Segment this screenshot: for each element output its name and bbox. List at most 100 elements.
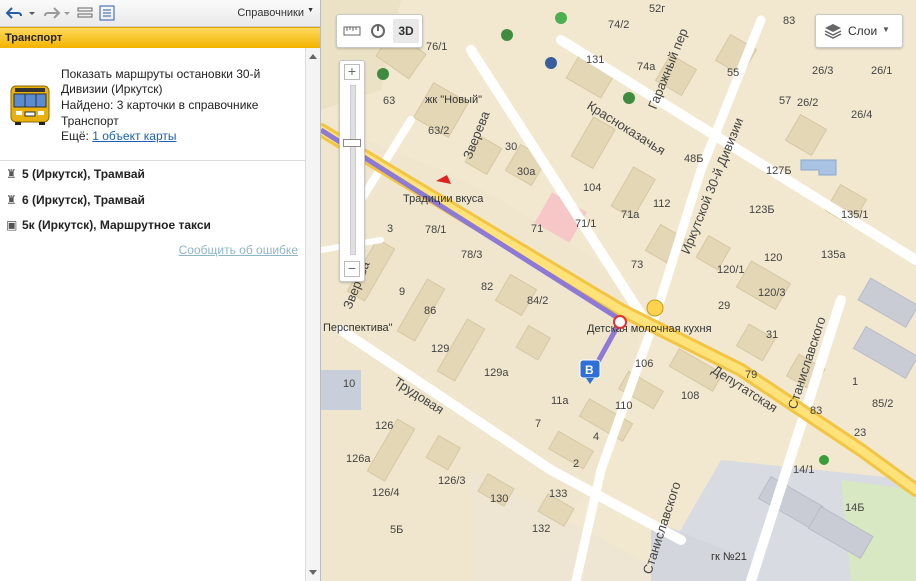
poi-label: жк "Новый": [425, 94, 482, 106]
svg-text:129а: 129а: [484, 367, 509, 379]
svg-text:120/3: 120/3: [758, 287, 786, 299]
map-canvas[interactable]: Красноказачья Зверева Зверева Иркутской …: [321, 0, 916, 581]
svg-text:126/3: 126/3: [438, 475, 466, 487]
svg-text:86: 86: [424, 305, 436, 317]
svg-text:48Б: 48Б: [684, 153, 703, 165]
svg-text:106: 106: [635, 358, 653, 370]
map-view[interactable]: Красноказачья Зверева Зверева Иркутской …: [321, 0, 916, 581]
svg-text:104: 104: [583, 182, 601, 194]
layers-icon: [824, 24, 842, 39]
bus-icon: [10, 85, 50, 125]
card-title-line1: Показать маршруты остановки 30-й: [61, 67, 261, 81]
layers-button[interactable]: Слои ▼: [815, 14, 903, 48]
scroll-up-icon[interactable]: [309, 54, 317, 59]
traffic-icon[interactable]: [369, 22, 387, 40]
svg-text:57: 57: [779, 95, 791, 107]
card-title-line2: Дивизии (Иркутск): [61, 82, 163, 96]
pharmacy-poi-icon[interactable]: [377, 68, 389, 80]
shop-poi-icon[interactable]: [501, 29, 513, 41]
svg-text:123Б: 123Б: [749, 204, 775, 216]
svg-text:4: 4: [593, 431, 599, 443]
svg-text:55: 55: [727, 67, 739, 79]
route-label: 5к (Иркутск), Маршрутное такси: [22, 218, 211, 232]
svg-text:В: В: [585, 363, 594, 377]
forward-dropdown-icon[interactable]: [63, 5, 71, 21]
forward-arrow-icon[interactable]: [43, 5, 61, 21]
back-arrow-icon[interactable]: [5, 5, 23, 21]
view-3d-button[interactable]: 3D: [393, 19, 419, 43]
svg-text:1: 1: [852, 376, 858, 388]
svg-text:132: 132: [532, 523, 550, 535]
svg-text:79: 79: [745, 369, 757, 381]
map-mode-toolbar: 3D: [336, 14, 423, 48]
pharmacy-poi-icon[interactable]: [623, 92, 635, 104]
details-view-icon[interactable]: [98, 5, 116, 21]
zoom-slider-track[interactable]: [350, 85, 356, 255]
svg-text:71: 71: [531, 223, 543, 235]
report-error-link[interactable]: Сообщить об ошибке: [179, 243, 298, 257]
svg-text:120: 120: [764, 252, 782, 264]
svg-text:129: 129: [431, 343, 449, 355]
section-header: Транспорт: [0, 27, 320, 49]
stop-location-icon[interactable]: [613, 315, 627, 329]
ruler-icon[interactable]: [343, 24, 361, 38]
svg-text:14Б: 14Б: [845, 502, 864, 514]
back-dropdown-icon[interactable]: [28, 5, 36, 21]
directories-dropdown[interactable]: Справочники ▼: [237, 7, 314, 19]
route-label: 5 (Иркутск), Трамвай: [22, 167, 145, 181]
zoom-slider-handle[interactable]: [343, 139, 361, 147]
zoom-out-icon[interactable]: −: [344, 261, 360, 277]
svg-text:71а: 71а: [621, 209, 640, 221]
found-count-line2: Транспорт: [61, 114, 119, 128]
toolbar: Справочники ▼: [0, 0, 320, 27]
map-object-link[interactable]: 1 объект карты: [92, 129, 176, 143]
poi-label: Перспектива": [323, 322, 393, 334]
section-title: Транспорт: [5, 32, 63, 44]
svg-text:83: 83: [810, 405, 822, 417]
svg-text:85/2: 85/2: [872, 398, 893, 410]
svg-text:52г: 52г: [649, 3, 665, 15]
zoom-control: + −: [339, 60, 365, 282]
poi-label: гк №21: [711, 551, 747, 563]
svg-text:30: 30: [505, 141, 517, 153]
poi-label: Детская молочная кухня: [587, 323, 712, 335]
svg-text:131: 131: [586, 54, 604, 66]
svg-text:11а: 11а: [551, 395, 569, 407]
kitchen-poi-icon[interactable]: [646, 299, 664, 317]
svg-text:71/1: 71/1: [575, 218, 596, 230]
tram-stop-icon[interactable]: [819, 455, 829, 465]
svg-text:63/2: 63/2: [428, 125, 449, 137]
svg-text:76/1: 76/1: [426, 41, 447, 53]
found-count-line1: Найдено: 3 карточки в справочнике: [61, 98, 259, 112]
svg-text:31: 31: [766, 329, 778, 341]
scroll-down-icon[interactable]: [309, 570, 317, 575]
list-view-icon[interactable]: [76, 5, 94, 21]
svg-text:108: 108: [681, 390, 699, 402]
svg-text:74/2: 74/2: [608, 19, 629, 31]
pharmacy-poi-icon[interactable]: [555, 12, 567, 24]
svg-text:112: 112: [653, 198, 671, 210]
svg-text:133: 133: [549, 488, 567, 500]
layers-label: Слои: [848, 24, 878, 38]
svg-text:73: 73: [631, 259, 643, 271]
svg-text:3: 3: [387, 223, 393, 235]
svg-text:126а: 126а: [346, 453, 371, 465]
results-content: Показать маршруты остановки 30-й Дивизии…: [0, 48, 305, 581]
route-item[interactable]: ♜ 5 (Иркутск), Трамвай: [6, 167, 145, 181]
svg-text:126: 126: [375, 420, 393, 432]
svg-text:120/1: 120/1: [717, 264, 745, 276]
svg-text:23: 23: [854, 427, 866, 439]
svg-text:78/3: 78/3: [461, 249, 482, 261]
route-item[interactable]: ▣ 5к (Иркутск), Маршрутное такси: [6, 218, 211, 232]
svg-text:26/3: 26/3: [812, 65, 833, 77]
zoom-in-icon[interactable]: +: [344, 64, 360, 80]
directories-label: Справочники: [237, 7, 304, 19]
svg-text:5Б: 5Б: [390, 524, 403, 536]
scrollbar[interactable]: [305, 48, 320, 581]
school-poi-icon[interactable]: [545, 57, 557, 69]
svg-text:7: 7: [535, 418, 541, 430]
separator: [0, 160, 305, 161]
route-item[interactable]: ♜ 6 (Иркутск), Трамвай: [6, 193, 145, 207]
svg-text:9: 9: [399, 286, 405, 298]
svg-text:83: 83: [783, 15, 795, 27]
